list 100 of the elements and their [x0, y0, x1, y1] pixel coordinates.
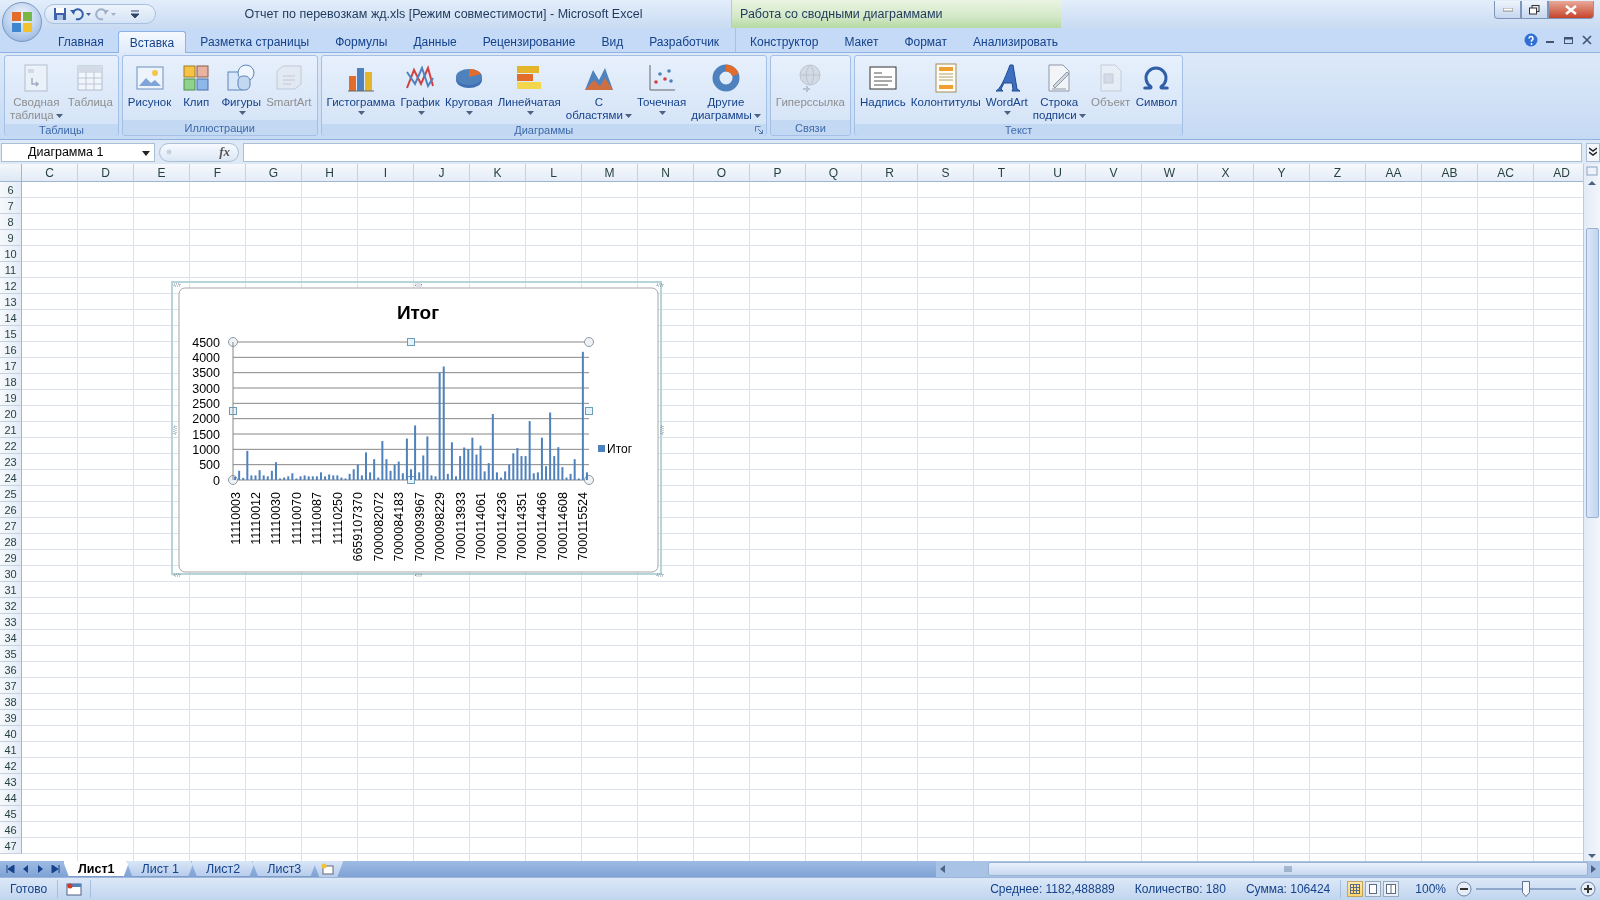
column-header[interactable]: J [414, 164, 470, 182]
plot-handle-icon[interactable] [228, 475, 238, 485]
scroll-thumb[interactable] [1585, 228, 1599, 518]
ribbon-button[interactable]: График [398, 58, 443, 119]
plot-handle-icon[interactable] [584, 475, 594, 485]
column-header[interactable]: R [862, 164, 918, 182]
ribbon-button[interactable]: Строка подписи [1030, 58, 1088, 124]
row-header[interactable]: 10 [0, 246, 22, 262]
row-header[interactable]: 12 [0, 278, 22, 294]
ribbon-button[interactable]: Рисунок [125, 58, 174, 111]
column-header[interactable]: F [190, 164, 246, 182]
column-header[interactable]: T [974, 164, 1030, 182]
row-header[interactable]: 47 [0, 838, 22, 854]
row-header[interactable]: 17 [0, 358, 22, 374]
row-header[interactable]: 33 [0, 614, 22, 630]
row-header[interactable]: 11 [0, 262, 22, 278]
column-header[interactable]: S [918, 164, 974, 182]
ribbon-button[interactable]: Фигуры [219, 58, 264, 119]
scroll-right-icon[interactable] [1590, 864, 1598, 874]
sheet-tab[interactable]: Лист3 [252, 861, 317, 877]
row-header[interactable]: 19 [0, 390, 22, 406]
close-icon[interactable] [1582, 35, 1592, 45]
plot-handle-icon[interactable] [229, 407, 237, 415]
sheet-tab[interactable]: Лист 1 [126, 861, 195, 877]
ribbon-button[interactable]: Клип [174, 58, 219, 111]
last-sheet-icon[interactable] [51, 865, 61, 873]
column-header[interactable]: X [1198, 164, 1254, 182]
zoom-in-icon[interactable] [1580, 881, 1596, 897]
scroll-up-icon[interactable] [1587, 178, 1597, 188]
row-header[interactable]: 23 [0, 454, 22, 470]
column-header[interactable]: AA [1366, 164, 1422, 182]
column-header[interactable]: G [246, 164, 302, 182]
save-icon[interactable] [53, 7, 67, 21]
column-header[interactable]: Z [1310, 164, 1366, 182]
row-header[interactable]: 36 [0, 662, 22, 678]
ribbon-tab[interactable]: Формат [892, 30, 960, 52]
ribbon-button[interactable]: С областями [563, 58, 634, 124]
ribbon-tab[interactable]: Анализировать [961, 30, 1070, 52]
ribbon-button[interactable]: Надпись [858, 58, 908, 111]
row-header[interactable]: 30 [0, 566, 22, 582]
row-header[interactable]: 8 [0, 214, 22, 230]
row-header[interactable]: 44 [0, 790, 22, 806]
ribbon-tab[interactable]: Вид [589, 30, 636, 52]
row-header[interactable]: 25 [0, 486, 22, 502]
ribbon-tab[interactable]: Рецензирование [470, 30, 588, 52]
restore-icon[interactable] [1564, 35, 1574, 45]
row-header[interactable]: 40 [0, 726, 22, 742]
row-header[interactable]: 13 [0, 294, 22, 310]
row-header[interactable]: 43 [0, 774, 22, 790]
first-sheet-icon[interactable] [5, 865, 15, 873]
insert-sheet-button[interactable] [313, 861, 344, 877]
page-break-button[interactable] [1383, 881, 1400, 897]
formula-input[interactable] [243, 142, 1582, 162]
sheet-tab[interactable]: Лист2 [191, 861, 256, 877]
row-header[interactable]: 26 [0, 502, 22, 518]
horizontal-scrollbar[interactable] [936, 861, 1600, 877]
row-header[interactable]: 16 [0, 342, 22, 358]
column-header[interactable]: I [358, 164, 414, 182]
next-sheet-icon[interactable] [36, 865, 44, 873]
row-header[interactable]: 35 [0, 646, 22, 662]
column-header[interactable]: V [1086, 164, 1142, 182]
help-icon[interactable] [1524, 33, 1538, 47]
row-header[interactable]: 45 [0, 806, 22, 822]
normal-view-button[interactable] [1347, 881, 1364, 897]
column-header[interactable]: P [750, 164, 806, 182]
ribbon-button[interactable]: Другие диаграммы [689, 58, 763, 124]
column-header[interactable]: AD [1534, 164, 1583, 182]
ribbon-tab[interactable]: Данные [401, 30, 469, 52]
scroll-left-icon[interactable] [938, 864, 946, 874]
plot-handle-icon[interactable] [584, 337, 594, 347]
customize-caret-icon[interactable] [130, 8, 140, 20]
previous-sheet-icon[interactable] [22, 865, 30, 873]
row-header[interactable]: 22 [0, 438, 22, 454]
ribbon-button[interactable]: Линейчатая [495, 58, 563, 119]
vertical-scrollbar[interactable] [1583, 164, 1600, 861]
zoom-slider-thumb[interactable] [1522, 881, 1530, 897]
row-header[interactable]: 29 [0, 550, 22, 566]
row-header[interactable]: 15 [0, 326, 22, 342]
insert-function-button[interactable]: fx [219, 144, 230, 160]
row-header[interactable]: 27 [0, 518, 22, 534]
row-header[interactable]: 7 [0, 198, 22, 214]
undo-icon[interactable] [70, 7, 92, 21]
column-header[interactable]: E [134, 164, 190, 182]
zoom-out-icon[interactable] [1456, 881, 1472, 897]
row-header[interactable]: 31 [0, 582, 22, 598]
ribbon-button[interactable]: Точечная [634, 58, 689, 119]
column-header[interactable]: L [526, 164, 582, 182]
row-header[interactable]: 20 [0, 406, 22, 422]
column-header[interactable]: K [470, 164, 526, 182]
row-header[interactable]: 14 [0, 310, 22, 326]
name-box[interactable]: Диаграмма 1 [1, 142, 155, 162]
row-header[interactable]: 6 [0, 182, 22, 198]
row-header[interactable]: 37 [0, 678, 22, 694]
close-button[interactable] [1548, 1, 1594, 19]
row-header[interactable]: 18 [0, 374, 22, 390]
row-header[interactable]: 38 [0, 694, 22, 710]
row-header[interactable]: 28 [0, 534, 22, 550]
column-header[interactable]: O [694, 164, 750, 182]
plot-handle-icon[interactable] [585, 407, 593, 415]
ribbon-tab[interactable]: Главная [46, 30, 116, 52]
